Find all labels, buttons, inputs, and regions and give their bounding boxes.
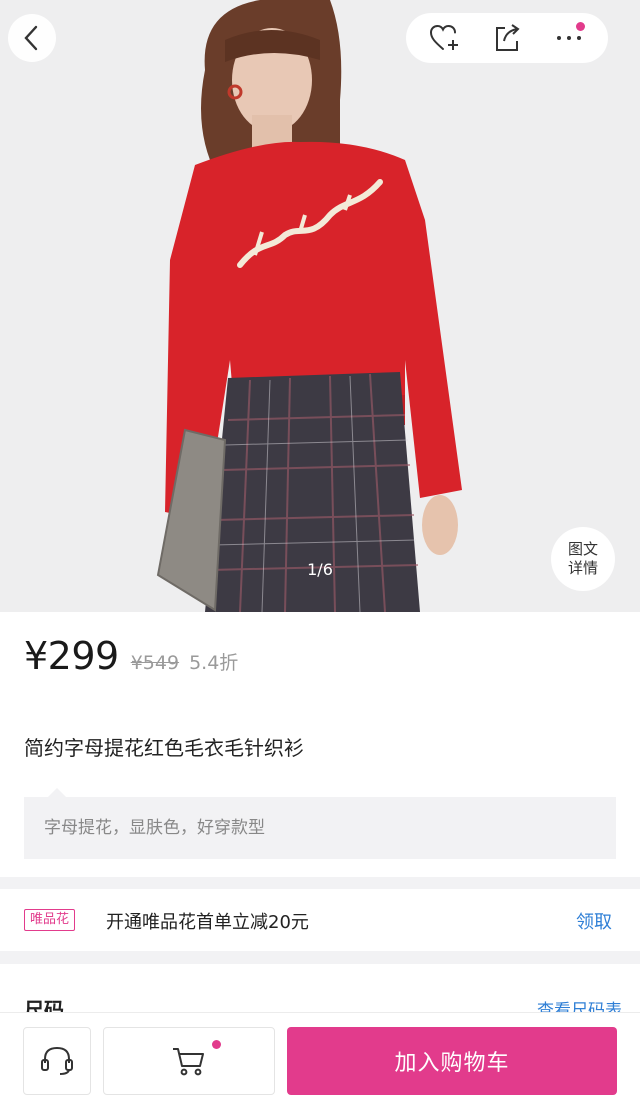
discount-label: 5.4折 bbox=[189, 652, 239, 674]
promo-text: 开通唯品花首单立减20元 bbox=[106, 912, 309, 933]
cart-icon bbox=[173, 1048, 204, 1076]
detail-label-2: 详情 bbox=[567, 559, 598, 577]
image-counter: 1/6 bbox=[307, 560, 333, 579]
customer-service-button[interactable] bbox=[23, 1027, 91, 1095]
current-price: ¥299 bbox=[24, 634, 119, 678]
product-description: 字母提花，显肤色，好穿款型 bbox=[24, 788, 616, 859]
cart-badge-dot bbox=[212, 1040, 221, 1049]
add-to-cart-button[interactable]: 加入购物车 bbox=[287, 1027, 617, 1095]
promo-tag: 唯品花 bbox=[24, 909, 76, 931]
price-row: ¥299 ¥549 5.4折 bbox=[24, 634, 238, 678]
product-photo bbox=[0, 0, 640, 612]
back-button[interactable] bbox=[8, 14, 56, 62]
more-button[interactable] bbox=[549, 18, 589, 58]
detail-label-1: 图文 bbox=[567, 540, 598, 558]
headset-icon bbox=[41, 1046, 73, 1075]
product-info: ¥299 ¥549 5.4折 简约字母提花红色毛衣毛针织衫 字母提花，显肤色，好… bbox=[0, 612, 640, 877]
product-title: 简约字母提花红色毛衣毛针织衫 bbox=[24, 736, 304, 760]
more-icon bbox=[557, 36, 581, 40]
bottom-action-bar: 加入购物车 bbox=[0, 1012, 640, 1110]
top-action-bar bbox=[406, 13, 608, 63]
heart-plus-icon bbox=[429, 24, 458, 50]
detail-button[interactable]: 图文 详情 bbox=[551, 527, 615, 591]
share-button[interactable] bbox=[487, 18, 527, 58]
product-image-gallery[interactable]: 1/6 图文 详情 bbox=[0, 0, 640, 612]
share-icon bbox=[496, 24, 520, 51]
back-arrow-icon bbox=[24, 25, 38, 51]
promo-row[interactable]: 唯品花 开通唯品花首单立减20元 领取 bbox=[0, 889, 640, 951]
original-price: ¥549 bbox=[130, 652, 180, 674]
cart-button[interactable] bbox=[103, 1027, 275, 1095]
claim-link[interactable]: 领取 bbox=[576, 908, 612, 934]
favorite-button[interactable] bbox=[425, 18, 465, 58]
notification-dot bbox=[576, 22, 585, 31]
